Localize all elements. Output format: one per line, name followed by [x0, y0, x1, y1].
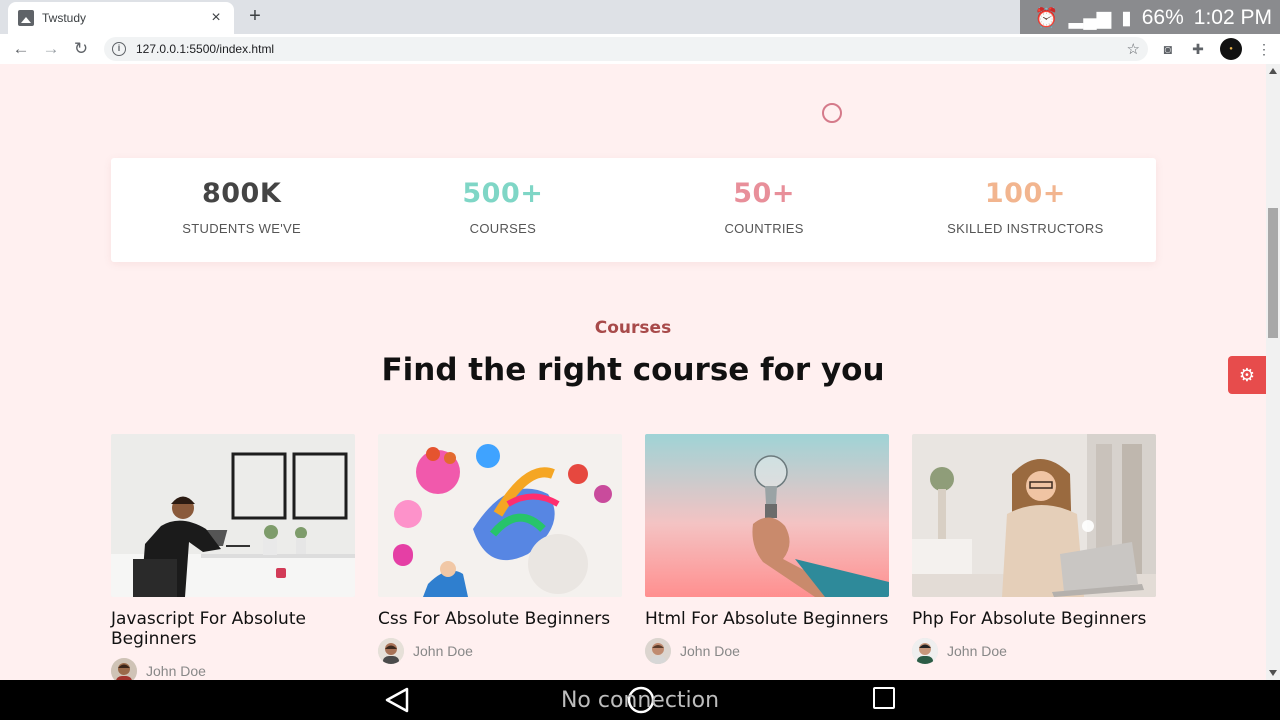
stats-panel: 800K STUDENTS WE'VE 500+ COURSES 50+ COU… — [111, 158, 1156, 262]
course-author: John Doe — [111, 658, 355, 680]
stat-value: 800K — [201, 178, 282, 209]
extensions-puzzle-icon[interactable]: ✚ — [1190, 41, 1206, 58]
gear-icon: ⚙ — [1238, 364, 1256, 385]
bookmark-star-icon[interactable]: ☆ — [1127, 40, 1140, 58]
stat-value: 500+ — [462, 178, 544, 209]
stat-value: 50+ — [733, 178, 795, 209]
settings-toggle-button[interactable]: ⚙ — [1228, 356, 1266, 394]
course-image[interactable] — [378, 434, 622, 597]
course-card[interactable]: Php For Absolute Beginners John Doe — [912, 434, 1156, 664]
address-bar[interactable]: i 127.0.0.1:5500/index.html ☆ — [104, 37, 1148, 61]
clock: 1:02 PM — [1193, 6, 1272, 29]
page-content: 800K STUDENTS WE'VE 500+ COURSES 50+ COU… — [0, 64, 1266, 680]
profile-avatar[interactable]: ● — [1220, 38, 1242, 60]
page-viewport: 800K STUDENTS WE'VE 500+ COURSES 50+ COU… — [0, 64, 1280, 680]
scroll-down-arrow-icon[interactable] — [1269, 670, 1277, 676]
stat-value: 100+ — [984, 178, 1066, 209]
scrollbar-thumb[interactable] — [1268, 208, 1278, 338]
image-favicon-icon — [18, 10, 34, 26]
battery-level: 66% — [1141, 6, 1184, 29]
course-author: John Doe — [912, 638, 1156, 664]
scroll-up-arrow-icon[interactable] — [1269, 68, 1277, 74]
author-name: John Doe — [680, 643, 740, 659]
course-title[interactable]: Javascript For Absolute Beginners — [111, 609, 355, 649]
stat-label: COURSES — [469, 221, 537, 236]
course-image[interactable] — [912, 434, 1156, 597]
toolbar-extensions: ◙ ✚ ● ⋮ — [1160, 37, 1272, 61]
stat-students: 800K STUDENTS WE'VE — [111, 158, 372, 262]
device-status-bar: ⏰ ▂▄▆ ▮ 66% 1:02 PM — [1035, 2, 1272, 34]
course-author: John Doe — [378, 638, 622, 664]
course-grid: Javascript For Absolute Beginners John D… — [111, 434, 1156, 680]
stat-label: STUDENTS WE'VE — [182, 221, 301, 236]
course-card[interactable]: Javascript For Absolute Beginners John D… — [111, 434, 355, 680]
course-author: John Doe — [645, 638, 889, 664]
info-icon[interactable]: i — [112, 42, 126, 56]
course-title[interactable]: Html For Absolute Beginners — [645, 609, 889, 629]
author-avatar — [912, 638, 938, 664]
stat-instructors: 100+ SKILLED INSTRUCTORS — [895, 158, 1156, 262]
reload-icon[interactable]: ↻ — [66, 35, 96, 63]
menu-kebab-icon[interactable]: ⋮ — [1256, 41, 1272, 58]
course-card[interactable]: Css For Absolute Beginners John Doe — [378, 434, 622, 664]
close-tab-icon[interactable]: × — [208, 10, 224, 26]
vertical-scrollbar[interactable] — [1266, 64, 1280, 680]
author-name: John Doe — [947, 643, 1007, 659]
url-text[interactable]: 127.0.0.1:5500/index.html — [136, 42, 1127, 56]
section-eyebrow: Courses — [594, 318, 672, 338]
back-arrow-icon[interactable]: ← — [6, 35, 36, 63]
stat-courses: 500+ COURSES — [372, 158, 633, 262]
forward-arrow-icon[interactable]: → — [36, 35, 66, 63]
course-card[interactable]: Html For Absolute Beginners John Doe — [645, 434, 889, 664]
course-title[interactable]: Css For Absolute Beginners — [378, 609, 622, 629]
stat-label: SKILLED INSTRUCTORS — [947, 221, 1104, 236]
signal-icon: ▂▄▆ — [1068, 7, 1112, 29]
alarm-icon: ⏰ — [1034, 8, 1059, 29]
browser-tab[interactable]: Twstudy × — [8, 2, 234, 34]
stat-label: COUNTRIES — [724, 221, 804, 236]
author-avatar — [111, 658, 137, 680]
author-avatar — [645, 638, 671, 664]
battery-icon: ▮ — [1121, 7, 1132, 29]
section-heading: Find the right course for you — [381, 352, 885, 388]
course-image[interactable] — [645, 434, 889, 597]
author-avatar — [378, 638, 404, 664]
new-tab-button[interactable]: + — [244, 5, 266, 27]
touch-indicator — [822, 103, 842, 123]
course-title[interactable]: Php For Absolute Beginners — [912, 609, 1156, 629]
browser-tab-strip: Twstudy × + ⏰ ▂▄▆ ▮ 66% 1:02 PM — [0, 0, 1280, 34]
author-name: John Doe — [146, 663, 206, 679]
course-image[interactable] — [111, 434, 355, 597]
connection-toast: No connection — [560, 688, 720, 713]
stat-countries: 50+ COUNTRIES — [634, 158, 895, 262]
camera-icon[interactable]: ◙ — [1160, 41, 1176, 57]
browser-toolbar: ← → ↻ i 127.0.0.1:5500/index.html ☆ ◙ ✚ … — [0, 34, 1280, 64]
tab-title: Twstudy — [42, 11, 87, 25]
author-name: John Doe — [413, 643, 473, 659]
